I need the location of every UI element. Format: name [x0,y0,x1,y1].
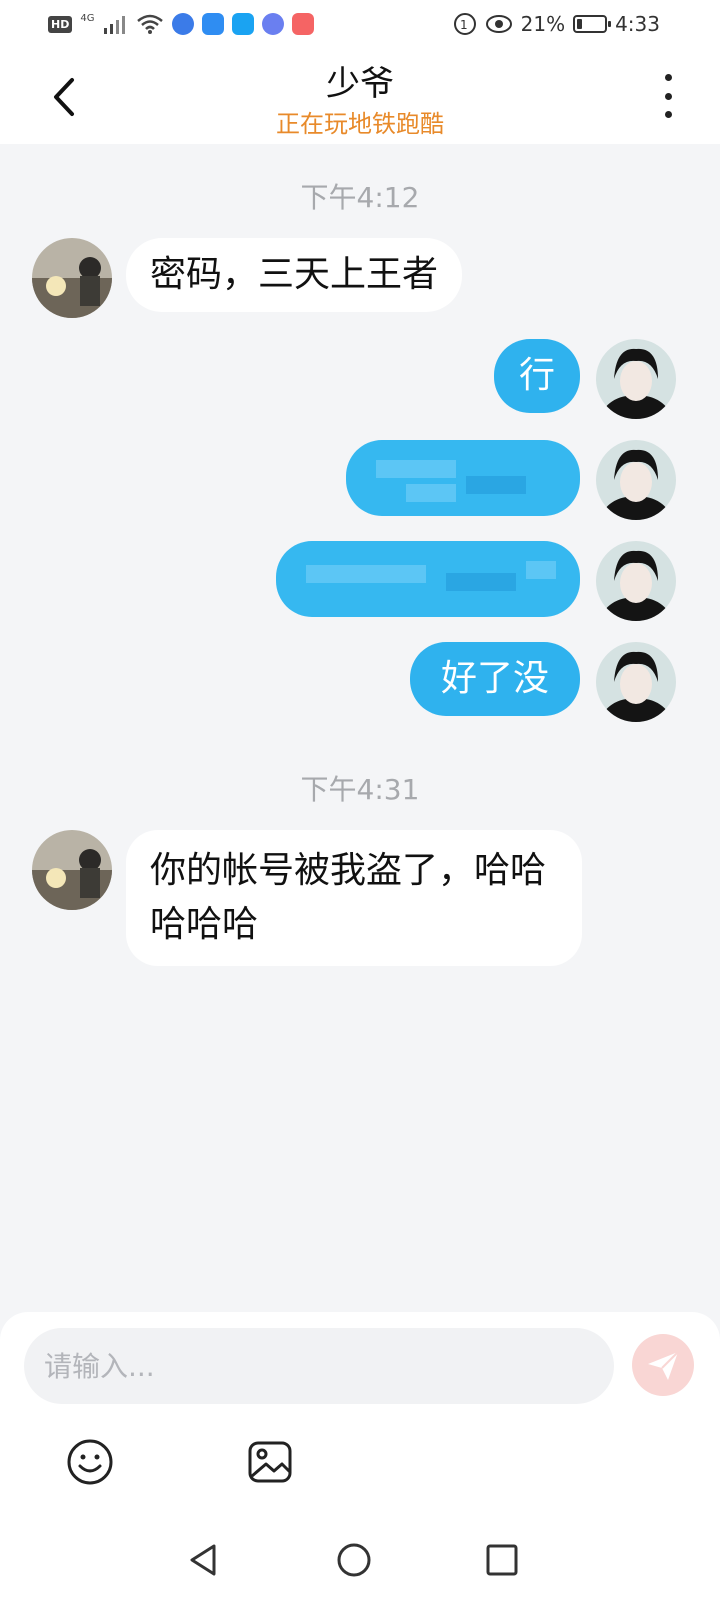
send-icon[interactable] [632,1334,694,1396]
app-notification-icon [172,13,195,35]
network-type: 4G [80,12,95,24]
message-bubble-incoming[interactable]: 密码，三天上王者 [126,238,463,312]
status-bar: HD 4G 1 21% 4:33 [0,0,720,50]
mail-app-icon [292,13,315,35]
status-right: 1 21% 4:33 [453,10,660,38]
image-icon[interactable] [246,1438,294,1486]
status-left: HD 4G [48,10,315,38]
nav-back-icon[interactable] [184,1540,224,1580]
eye-icon [485,15,512,33]
message-bubble-outgoing-blurred[interactable] [346,440,580,516]
message-bubble-outgoing[interactable]: 好了没 [410,642,580,716]
nav-home-icon[interactable] [334,1540,374,1580]
hd-badge: HD [48,15,73,33]
contact-status: 正在玩地铁跑酷 [276,110,444,138]
message-bubble-incoming[interactable]: 你的帐号被我盗了，哈哈哈哈哈 [126,830,582,966]
user-avatar[interactable] [596,541,676,621]
user-avatar[interactable] [596,642,676,722]
message-input[interactable] [24,1328,614,1404]
nav-recents-icon[interactable] [482,1540,522,1580]
battery-icon [573,15,612,33]
message-bubble-outgoing-blurred[interactable] [276,541,580,617]
clock: 4:33 [615,12,660,36]
message-composer [0,1312,720,1522]
cloud-app-icon [202,13,225,35]
contact-name: 少爷 [326,64,394,104]
timestamp: 下午4:12 [300,181,420,214]
contact-avatar[interactable] [32,830,112,910]
more-vertical-icon[interactable] [656,74,680,118]
battery-percent: 21% [520,12,566,36]
user-avatar[interactable] [596,339,676,419]
svg-text:1: 1 [460,18,468,32]
music-app-icon [262,13,285,35]
chat-header: 少爷 正在玩地铁跑酷 [0,50,720,144]
timestamp: 下午4:31 [300,773,420,806]
data-saver-icon: 1 [453,13,476,35]
system-nav-bar [0,1522,720,1600]
emoji-icon[interactable] [66,1438,114,1486]
signal-icon [104,16,126,34]
contact-avatar[interactable] [32,238,112,318]
search-app-icon [232,13,255,35]
user-avatar[interactable] [596,440,676,520]
message-bubble-outgoing[interactable]: 行 [494,339,580,413]
wifi-icon [137,14,164,34]
